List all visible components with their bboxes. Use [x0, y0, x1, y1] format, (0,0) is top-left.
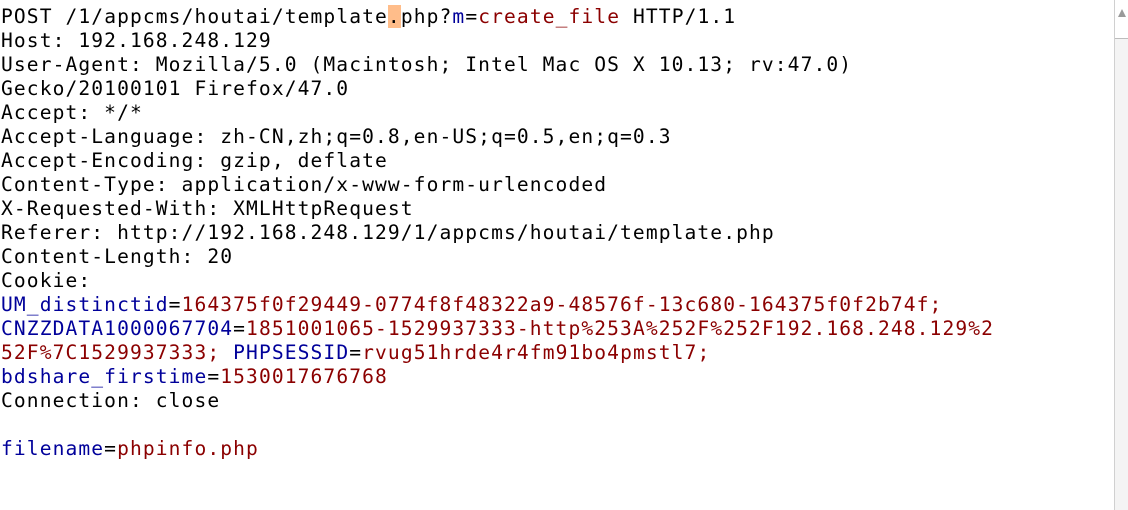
header-host: Host: 192.168.248.129: [1, 29, 272, 52]
header-connection: Connection: close: [1, 389, 221, 412]
cookie-key: UM_distinctid: [1, 293, 169, 316]
query-param-key: m: [452, 5, 466, 28]
header-user-agent-cont: Gecko/20100101 Firefox/47.0: [1, 77, 350, 100]
header-content-type: Content-Type: application/x-www-form-url…: [1, 173, 608, 196]
scroll-up-button[interactable]: [1115, 0, 1128, 39]
body-param-value: phpinfo.php: [117, 437, 259, 460]
body-param-key: filename: [1, 437, 105, 460]
header-accept-encoding: Accept-Encoding: gzip, deflate: [1, 149, 388, 172]
cookie-key: PHPSESSID: [233, 341, 350, 364]
cookie-value: 1530017676768: [220, 365, 388, 388]
http-protocol: HTTP/1.1: [633, 5, 737, 28]
cookie-um-distinctid: UM_distinctid=164375f0f29449-0774f8f4832…: [1, 293, 943, 316]
request-line: POST /1/appcms/houtai/template.php?m=cre…: [1, 5, 737, 28]
query-param-value: create_file: [478, 5, 621, 28]
header-content-length: Content-Length: 20: [1, 245, 234, 268]
request-body: filename=phpinfo.php: [1, 437, 259, 460]
header-x-requested-with: X-Requested-With: XMLHttpRequest: [1, 197, 414, 220]
cookie-cnzzdata: CNZZDATA1000067704=1851001065-1529937333…: [1, 317, 995, 340]
cookie-cnzzdata-cont: 52F%7C1529937333; PHPSESSID=rvug51hrde4r…: [1, 341, 711, 364]
header-accept: Accept: */*: [1, 101, 143, 124]
text-cursor: .: [387, 5, 401, 28]
vertical-scrollbar[interactable]: [1114, 0, 1128, 510]
cookie-value: 52F%7C1529937333;: [1, 341, 221, 364]
request-path-ext: php?: [400, 5, 453, 28]
header-referer: Referer: http://192.168.248.129/1/appcms…: [1, 221, 775, 244]
header-accept-language: Accept-Language: zh-CN,zh;q=0.8,en-US;q=…: [1, 125, 672, 148]
cookie-bdshare-firstime: bdshare_firstime=1530017676768: [1, 365, 388, 388]
cookie-value: 164375f0f29449-0774f8f48322a9-48576f-13c…: [181, 293, 943, 316]
cookie-key: CNZZDATA1000067704: [1, 317, 234, 340]
cookie-value: rvug51hrde4r4fm91bo4pmstl7;: [362, 341, 711, 364]
request-editor[interactable]: POST /1/appcms/houtai/template.php?m=cre…: [0, 0, 1112, 510]
request-path: /1/appcms/houtai/template: [65, 5, 388, 28]
cookie-key: bdshare_firstime: [1, 365, 208, 388]
header-user-agent: User-Agent: Mozilla/5.0 (Macintosh; Inte…: [1, 53, 853, 76]
header-cookie: Cookie:: [1, 269, 92, 292]
http-method: POST: [1, 5, 53, 28]
chevron-up-icon: [1117, 9, 1126, 17]
cookie-value: 1851001065-1529937333-http%253A%252F%252…: [246, 317, 995, 340]
